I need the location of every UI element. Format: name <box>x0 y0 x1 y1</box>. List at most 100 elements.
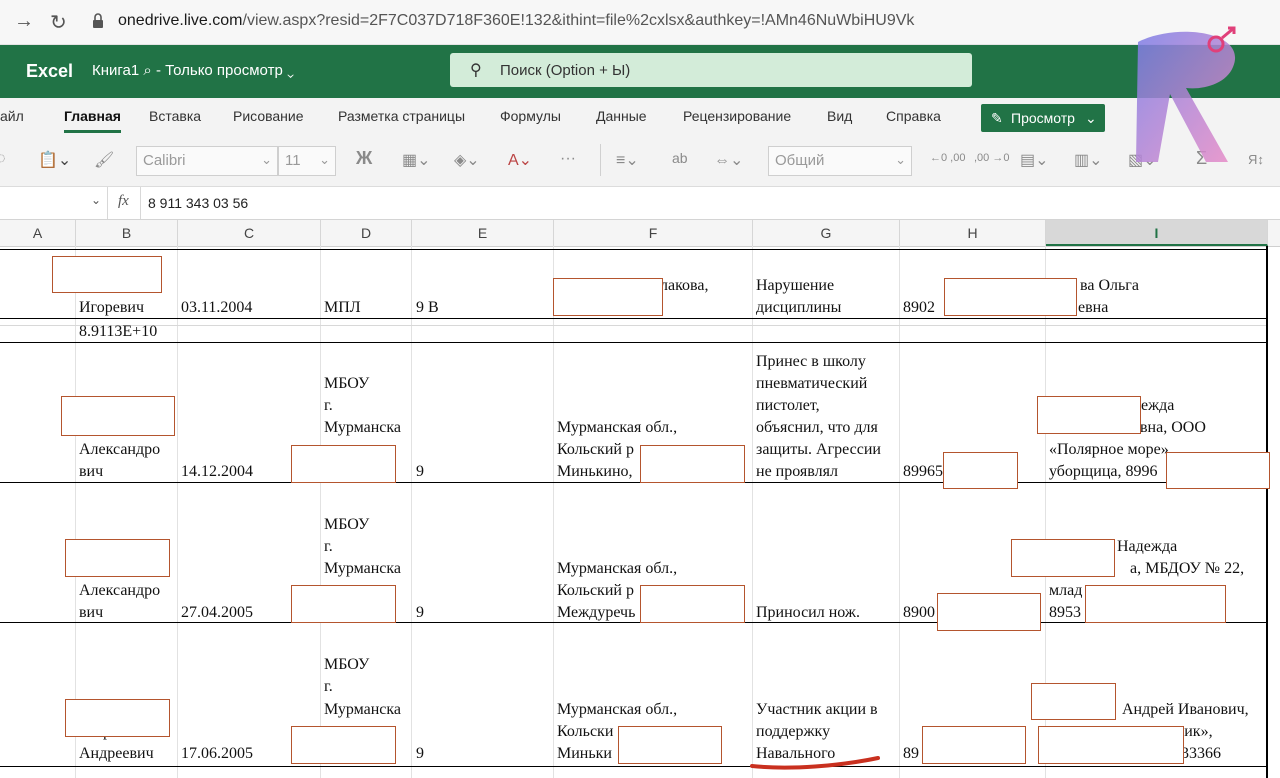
fill-color-icon[interactable]: ◈⌄ <box>454 150 480 170</box>
cell-d[interactable]: Мурманска <box>324 558 401 580</box>
cell-e[interactable]: 9 <box>416 602 424 624</box>
fx-icon[interactable]: fx <box>118 193 129 210</box>
tab-help[interactable]: Справка <box>886 108 941 124</box>
cell-b[interactable]: вич <box>79 602 103 624</box>
cell-f[interactable]: Мурманская обл., <box>557 417 677 439</box>
cell-c[interactable]: 17.06.2005 <box>181 743 253 765</box>
cell-g[interactable]: пневматический <box>756 373 867 395</box>
cell-f[interactable]: Кольский р <box>557 439 634 461</box>
font-color-icon[interactable]: A⌄ <box>508 150 532 170</box>
cell-d[interactable]: МБОУ <box>324 654 369 676</box>
cell-g[interactable]: Нарушение <box>756 275 834 297</box>
column-header-i[interactable]: I <box>1046 220 1268 246</box>
tab-formulas[interactable]: Формулы <box>500 108 561 124</box>
cell-g[interactable]: Участник акции в <box>756 699 878 721</box>
borders-icon[interactable]: ▦⌄ <box>402 150 431 170</box>
cell-b[interactable]: Александро <box>79 439 160 461</box>
cell-g[interactable]: Навального <box>756 743 835 765</box>
column-header-a[interactable]: A <box>0 220 76 246</box>
cell-h[interactable]: 89965 <box>903 461 943 483</box>
bold-button[interactable]: Ж <box>356 148 372 169</box>
cell-i[interactable]: 33366 <box>1181 743 1221 765</box>
cell-c[interactable]: 27.04.2005 <box>181 602 253 624</box>
cell-h[interactable]: 8900 <box>903 602 935 624</box>
wrap-text-icon[interactable]: ab <box>672 150 688 166</box>
font-name-select[interactable]: Calibri ⌄ <box>136 146 278 176</box>
cell-g[interactable]: пистолет, <box>756 395 820 417</box>
cell-b[interactable]: вич <box>79 461 103 483</box>
cell-e[interactable]: 9 В <box>416 297 439 319</box>
cell-i[interactable]: Андрей Иванович, <box>1122 699 1249 721</box>
address-field[interactable]: onedrive.live.com/view.aspx?resid=2F7C03… <box>118 12 914 30</box>
tab-file[interactable]: айл <box>0 108 24 124</box>
cell-i[interactable]: уборщица, 8996 <box>1049 461 1157 483</box>
cell-i[interactable]: вна, ООО <box>1140 417 1206 439</box>
cell-f[interactable]: Миньки <box>557 743 612 765</box>
cell-b[interactable]: 8.9113E+10 <box>79 321 157 343</box>
cell-e[interactable]: 9 <box>416 743 424 765</box>
cell-d[interactable]: МПЛ <box>324 297 361 319</box>
cell-b[interactable]: Андреевич <box>79 743 154 765</box>
column-header-e[interactable]: E <box>412 220 554 246</box>
tab-draw[interactable]: Рисование <box>233 108 304 124</box>
more-options[interactable]: ··· <box>560 150 576 168</box>
column-header-c[interactable]: C <box>178 220 321 246</box>
cell-d[interactable]: Мурманска <box>324 417 401 439</box>
conditional-format-icon[interactable]: ▤⌄ <box>1020 150 1049 170</box>
cell-d[interactable]: Мурманска <box>324 699 401 721</box>
align-icon[interactable]: ≡⌄ <box>616 150 639 170</box>
cell-d[interactable]: г. <box>324 395 333 417</box>
cell-f[interactable]: Кольски <box>557 721 613 743</box>
cell-d[interactable]: МБОУ <box>324 373 369 395</box>
cell-b[interactable]: Игоревич <box>79 297 144 319</box>
cell-d[interactable]: г. <box>324 676 333 698</box>
cell-e[interactable]: 9 <box>416 461 424 483</box>
cell-d[interactable]: г. <box>324 536 333 558</box>
cell-b[interactable]: Александро <box>79 580 160 602</box>
cell-f[interactable]: Междуречь <box>557 602 635 624</box>
cell-h[interactable]: 8902 <box>903 297 935 319</box>
reload-icon[interactable]: ↻ <box>50 10 67 35</box>
tab-insert[interactable]: Вставка <box>149 108 201 124</box>
cell-f[interactable]: Мурманская обл., <box>557 699 677 721</box>
document-title[interactable]: Книга1 ⌕ - Только просмотр ⌄ <box>92 62 294 79</box>
cell-styles-icon[interactable]: ▧⌄ <box>1128 150 1157 170</box>
cell-i[interactable]: ежда <box>1141 395 1174 417</box>
tab-home[interactable]: Главная <box>64 108 121 133</box>
cell-i[interactable]: 8953 <box>1049 602 1081 624</box>
cell-g[interactable]: поддержку <box>756 721 830 743</box>
cell-f[interactable]: Кольский р <box>557 580 634 602</box>
cell-g[interactable]: Приносил нож. <box>756 602 860 624</box>
column-header-d[interactable]: D <box>321 220 412 246</box>
cell-g[interactable]: Принес в школу <box>756 351 866 373</box>
tab-view[interactable]: Вид <box>827 108 852 124</box>
number-format-select[interactable]: Общий ⌄ <box>768 146 912 176</box>
column-header-b[interactable]: B <box>76 220 178 246</box>
increase-decimal-icon[interactable]: ←0 ,00 <box>930 152 965 164</box>
tab-review[interactable]: Рецензирование <box>683 108 791 124</box>
cell-i[interactable]: млад <box>1049 580 1082 602</box>
undo-icon[interactable]: ◌ <box>0 150 6 168</box>
cell-f[interactable]: лакова, <box>660 275 709 297</box>
cell-i[interactable]: ва Ольга <box>1080 275 1139 297</box>
column-header-h[interactable]: H <box>900 220 1046 246</box>
cell-c[interactable]: 14.12.2004 <box>181 461 253 483</box>
format-painter-icon[interactable]: 🖌 <box>94 150 114 170</box>
cell-i[interactable]: «Полярное море» <box>1049 439 1169 461</box>
cell-f[interactable]: Минькино, <box>557 461 633 483</box>
column-header-g[interactable]: G <box>753 220 900 246</box>
cell-h[interactable]: 89 <box>903 743 919 765</box>
decrease-decimal-icon[interactable]: ,00 →0 <box>974 152 1009 164</box>
format-table-icon[interactable]: ▥⌄ <box>1074 150 1103 170</box>
cell-d[interactable]: МБОУ <box>324 514 369 536</box>
name-box-dropdown-icon[interactable]: ⌄ <box>91 193 101 207</box>
column-header-f[interactable]: F <box>554 220 753 246</box>
cell-g[interactable]: не проявлял <box>756 461 838 483</box>
search-box[interactable]: ⚲ Поиск (Option + Ы) <box>450 53 972 87</box>
cell-i[interactable]: евна <box>1078 297 1108 319</box>
sort-filter-icon[interactable]: Я↕ <box>1248 152 1264 167</box>
cell-i[interactable]: а, МБДОУ № 22, <box>1130 558 1244 580</box>
cell-c[interactable]: 03.11.2004 <box>181 297 252 319</box>
cell-g[interactable]: защиты. Агрессии <box>756 439 881 461</box>
tab-data[interactable]: Данные <box>596 108 647 124</box>
